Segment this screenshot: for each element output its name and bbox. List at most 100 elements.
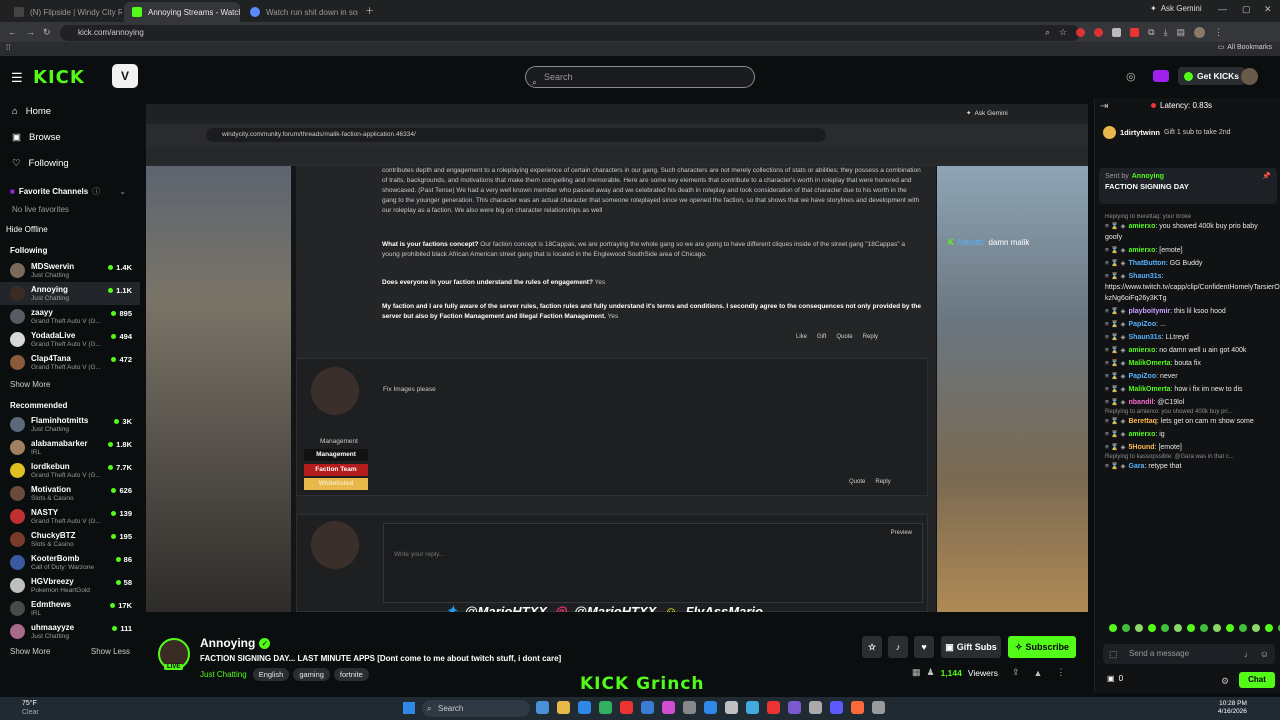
maximize-icon[interactable]: ▢: [1242, 4, 1251, 15]
chat-username[interactable]: ThatButton: [1129, 260, 1166, 267]
favorite-channels-header[interactable]: ■ Favorite Channels ⓘ ⌄: [0, 186, 140, 197]
reply-button[interactable]: Reply: [863, 334, 878, 340]
chat-username[interactable]: Gara: [1129, 463, 1145, 470]
emote-icon[interactable]: [1252, 624, 1260, 632]
address-bar[interactable]: kick.com/annoying: [60, 25, 1080, 41]
chat-input[interactable]: Send a message ⬚ ♩ ☺: [1103, 644, 1275, 664]
report-icon[interactable]: ▲: [1034, 668, 1043, 678]
chat-message[interactable]: ≡ ⌛ ◈ MalikOmerta: bouta fix: [1095, 357, 1280, 370]
category-link[interactable]: Just Chatting: [200, 670, 247, 679]
taskbar-app-icon[interactable]: [872, 701, 885, 714]
emote-icon[interactable]: [1213, 624, 1221, 632]
chat-username[interactable]: nbandil: [1129, 399, 1154, 406]
emote-icon[interactable]: [1135, 624, 1143, 632]
follow-button[interactable]: ♥: [914, 636, 934, 658]
tag-chip[interactable]: gaming: [293, 668, 330, 681]
hamburger-menu-icon[interactable]: ☰: [11, 70, 23, 86]
channel-item[interactable]: YodadaLive Grand Theft Auto V (G... 494: [0, 328, 140, 351]
browser-tab-1[interactable]: (N) Flipside | Windy City Roleplay: [6, 2, 122, 22]
share-icon[interactable]: ⇪: [1012, 667, 1020, 678]
subscribe-button[interactable]: ✧ Subscribe: [1008, 636, 1076, 658]
taskbar-app-icon[interactable]: [557, 701, 570, 714]
prime-badge-icon[interactable]: [1153, 70, 1169, 82]
taskbar-app-icon[interactable]: [788, 701, 801, 714]
channel-item[interactable]: alabamabarker IRL 1.8K: [0, 436, 140, 459]
taskbar-app-icon[interactable]: [641, 701, 654, 714]
taskbar-app-icon[interactable]: [746, 701, 759, 714]
ask-gemini-button[interactable]: ✦ Ask Gemini: [1150, 4, 1202, 13]
sidepanel-icon[interactable]: ▤: [1177, 27, 1186, 38]
chat-message[interactable]: ≡ ⌛ ◈ playboitymir: this lil ksoo hood: [1095, 305, 1280, 318]
notifications-button[interactable]: ♪: [888, 636, 908, 658]
channel-item[interactable]: Motivation Slots & Casino 626: [0, 482, 140, 505]
emote-icon[interactable]: [1200, 624, 1208, 632]
emote-icon[interactable]: [1265, 624, 1273, 632]
taskbar-app-icon[interactable]: [809, 701, 822, 714]
apps-grid-icon[interactable]: ⁞⁞: [6, 43, 10, 52]
system-clock[interactable]: 10:28 PM 4/16/2026: [1218, 700, 1247, 716]
puzzle-icon[interactable]: ⧉: [1148, 27, 1154, 38]
collapse-chat-icon[interactable]: ⇥: [1100, 101, 1108, 112]
emoji-icon[interactable]: ☺: [1260, 644, 1269, 664]
send-chat-button[interactable]: Chat: [1239, 672, 1275, 688]
taskbar-app-icon[interactable]: [725, 701, 738, 714]
close-window-icon[interactable]: ✕: [1264, 4, 1272, 15]
channel-item[interactable]: Clap4Tana Grand Theft Auto V (G... 472: [0, 351, 140, 374]
taskbar-app-icon[interactable]: [662, 701, 675, 714]
favorite-star-button[interactable]: ☆: [862, 636, 882, 658]
chat-message[interactable]: ≡ ⌛ ◈ nbandil: @C19lol: [1095, 396, 1280, 409]
reply-textarea[interactable]: Write your reply... Preview: [383, 523, 923, 603]
quote-button[interactable]: Quote: [836, 334, 852, 340]
gifter-name[interactable]: 1dirtytwinn: [1120, 128, 1160, 137]
show-more-button[interactable]: Show More: [0, 374, 140, 389]
hide-offline-toggle[interactable]: Hide Offline: [0, 214, 140, 234]
channel-item[interactable]: zaayy Grand Theft Auto V (G... 895: [0, 305, 140, 328]
quote-button[interactable]: Quote: [849, 479, 865, 485]
show-less-button[interactable]: Show Less: [91, 647, 130, 656]
video-player[interactable]: windycity.community.forum/threads/malik-…: [146, 104, 1088, 612]
taskbar-app-icon[interactable]: [620, 701, 633, 714]
chat-settings-icon[interactable]: ⚙: [1221, 676, 1229, 687]
chat-message[interactable]: ≡ ⌛ ◈ ThatButton: GG Buddy: [1095, 257, 1280, 270]
kick-logo[interactable]: KICK: [33, 67, 85, 88]
channel-item[interactable]: ChuckyBTZ Slots & Casino 195: [0, 528, 140, 551]
extension-icon[interactable]: [1094, 28, 1104, 37]
channel-item[interactable]: lordkebun Grand Theft Auto V (G... 7.7K: [0, 459, 140, 482]
channel-item[interactable]: NASTY Grand Theft Auto V (G... 139: [0, 505, 140, 528]
chat-message[interactable]: ≡ ⌛ ◈ Berettaq: lets get on cam rn show s…: [1095, 415, 1280, 428]
taskbar-app-icon[interactable]: [536, 701, 549, 714]
taskbar-app-icon[interactable]: [683, 701, 696, 714]
chat-message[interactable]: ≡ ⌛ ◈ amierxo: no damn well u ain got 400…: [1095, 344, 1280, 357]
streamer-name[interactable]: Annoying: [200, 636, 255, 650]
nav-following[interactable]: ♡ Following: [0, 150, 140, 176]
show-more-button[interactable]: Show More: [10, 647, 50, 656]
chat-message[interactable]: ≡ ⌛ ◈ amierxo: ig: [1095, 428, 1280, 441]
chat-username[interactable]: amierxo: [1129, 431, 1156, 438]
user-avatar[interactable]: [1241, 68, 1258, 85]
chat-message[interactable]: ≡ ⌛ ◈ 5Hound: [emote]: [1095, 441, 1280, 454]
zoom-icon[interactable]: ⌕: [1045, 27, 1050, 38]
search-input[interactable]: ⌕ Search: [525, 66, 755, 88]
gift-button[interactable]: Gift: [817, 334, 826, 340]
chat-username[interactable]: amierxo: [1129, 247, 1156, 254]
taskbar-app-icon[interactable]: [851, 701, 864, 714]
microphone-icon[interactable]: ♩: [1244, 644, 1253, 664]
emote-icon[interactable]: [1226, 624, 1234, 632]
windows-start-icon[interactable]: [403, 702, 415, 714]
get-kicks-button[interactable]: Get KICKs: [1178, 67, 1246, 85]
layout-icon[interactable]: ▦: [912, 667, 921, 678]
menu-dots-icon[interactable]: ⋮: [1214, 27, 1223, 38]
chat-username[interactable]: Shaun31s: [1129, 273, 1162, 280]
channel-item[interactable]: HGVbreezy Pokemon HeartGold 58: [0, 574, 140, 597]
all-bookmarks-button[interactable]: ▭ All Bookmarks: [1218, 43, 1272, 52]
browser-tab-3[interactable]: Watch run shit down in some...: [242, 2, 358, 22]
nav-home[interactable]: ⌂ Home: [0, 98, 140, 124]
taskbar-app-icon[interactable]: [767, 701, 780, 714]
minimize-icon[interactable]: —: [1218, 4, 1227, 14]
tag-chip[interactable]: fortnite: [333, 668, 369, 681]
extension-icon[interactable]: [1130, 28, 1140, 37]
emote-icon[interactable]: [1122, 624, 1130, 632]
bookmark-star-icon[interactable]: ☆: [1059, 27, 1067, 38]
emote-icon[interactable]: [1148, 624, 1156, 632]
chat-username[interactable]: PapiZoo: [1129, 321, 1157, 328]
